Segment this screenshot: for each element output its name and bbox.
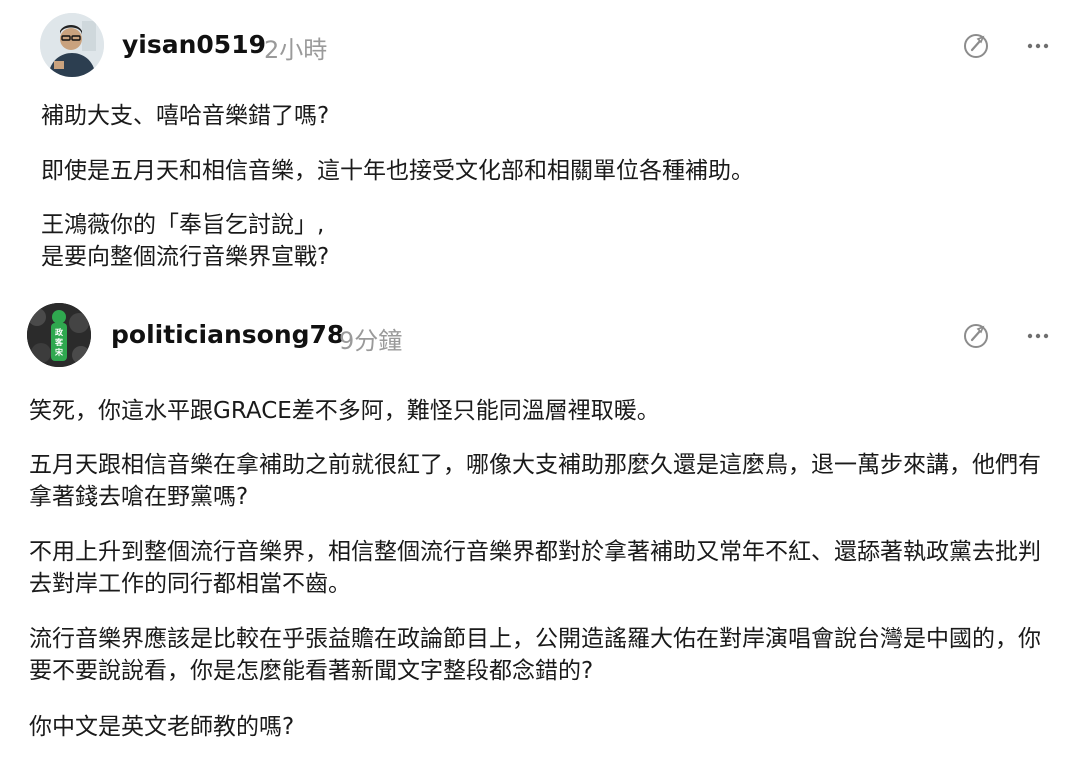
post-paragraph: 你中文是英文老師教的嗎? [29,714,295,740]
more-options-icon [1027,43,1049,49]
post-paragraph: 流行音樂界應該是比較在乎張益贍在政論節目上，公開造謠羅大佑在對岸演唱會說台灣是中… [29,626,1041,684]
avatar-char: 客 [54,337,64,347]
avatar[interactable] [40,13,104,77]
political-badge-avatar-icon: 政 客 宋 [27,303,91,367]
more-options-button[interactable] [1020,318,1056,354]
username[interactable]: politiciansong78 [111,320,344,349]
post-paragraph: 補助大支、嘻哈音樂錯了嗎? [41,103,330,129]
post-paragraph: 王鴻薇你的「奉旨乞討說」, 是要向整個流行音樂界宣戰? [41,212,330,270]
post-paragraph: 即使是五月天和相信音樂，這十年也接受文化部和相關單位各種補助。 [41,158,754,184]
person-photo-icon [40,13,104,77]
avatar-char: 政 [55,327,63,337]
post-paragraph: 笑死，你這水平跟GRACE差不多阿，難怪只能同溫層裡取暖。 [29,398,660,424]
timestamp[interactable]: 9分鐘 [339,321,402,356]
avatar-char: 宋 [54,347,63,357]
post-politiciansong78: 政 客 宋 politiciansong78 9分鐘 笑死，你這水平跟GRACE… [0,292,1080,770]
avatar[interactable]: 政 客 宋 [27,303,91,367]
more-options-button[interactable] [1020,28,1056,64]
post-yisan0519: yisan0519 2小時 補助大支、嘻哈音樂錯了嗎? 即使是五月天和相信音樂，… [0,0,1080,292]
post-paragraph: 五月天跟相信音樂在拿補助之前就很紅了，哪像大支補助那麼久還是這麼鳥，退一萬步來講… [29,452,1041,510]
edit-quote-icon [964,324,988,348]
edit-quote-icon [964,34,988,58]
edit-quote-button[interactable] [958,28,994,64]
username[interactable]: yisan0519 [122,30,266,59]
timestamp[interactable]: 2小時 [264,30,327,65]
edit-quote-button[interactable] [958,318,994,354]
more-options-icon [1027,333,1049,339]
post-paragraph: 不用上升到整個流行音樂界，相信整個流行音樂界都對於拿著補助又常年不紅、還舔著執政… [29,539,1041,597]
